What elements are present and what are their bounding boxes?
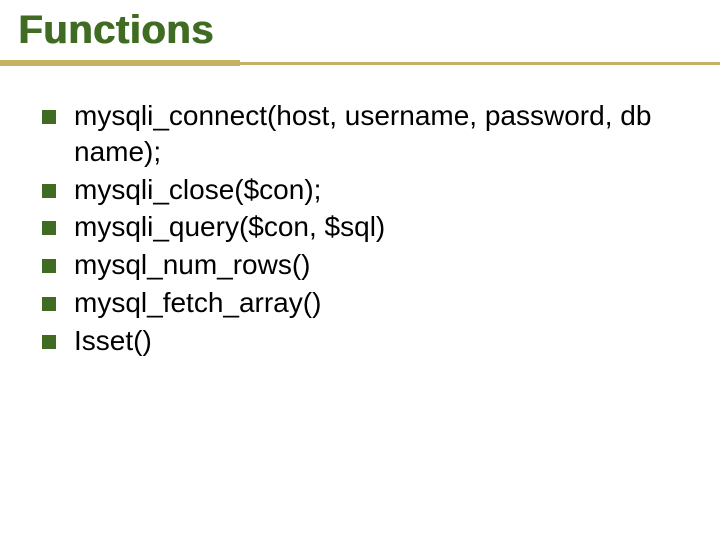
square-bullet-icon: [42, 184, 56, 198]
list-item-text: mysqli_connect(host, username, password,…: [74, 98, 690, 170]
list-item: mysqli_close($con);: [42, 172, 690, 208]
list-item: mysql_fetch_array(): [42, 285, 690, 321]
list-item: mysqli_query($con, $sql): [42, 209, 690, 245]
slide: Functions mysqli_connect(host, username,…: [0, 0, 720, 540]
square-bullet-icon: [42, 297, 56, 311]
list-item-text: mysql_num_rows(): [74, 247, 311, 283]
square-bullet-icon: [42, 221, 56, 235]
square-bullet-icon: [42, 259, 56, 273]
list-item-text: mysqli_close($con);: [74, 172, 321, 208]
list-item: mysql_num_rows(): [42, 247, 690, 283]
slide-title: Functions: [18, 8, 214, 53]
list-item-text: mysql_fetch_array(): [74, 285, 321, 321]
list-item-text: mysqli_query($con, $sql): [74, 209, 385, 245]
bullet-list: mysqli_connect(host, username, password,…: [42, 98, 690, 361]
square-bullet-icon: [42, 335, 56, 349]
list-item: Isset(): [42, 323, 690, 359]
square-bullet-icon: [42, 110, 56, 124]
list-item-text: Isset(): [74, 323, 152, 359]
list-item: mysqli_connect(host, username, password,…: [42, 98, 690, 170]
title-underline-accent: [0, 60, 240, 66]
